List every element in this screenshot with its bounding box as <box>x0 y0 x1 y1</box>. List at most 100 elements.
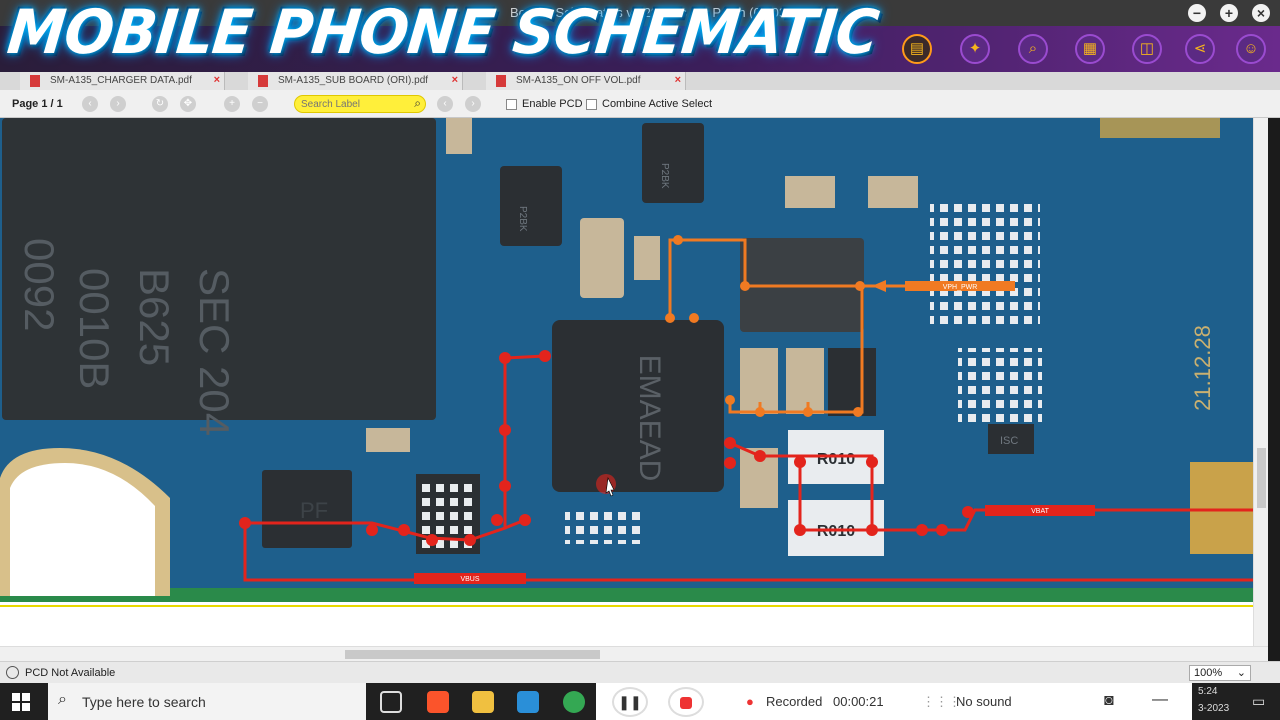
search-label-field[interactable]: ⌕ <box>294 95 426 113</box>
stop-icon <box>680 697 692 710</box>
minimize-button[interactable]: − <box>1188 4 1206 22</box>
stop-button[interactable] <box>668 687 704 717</box>
zoom-out-icon[interactable]: − <box>252 96 268 112</box>
resistor-label: R010 <box>817 451 855 468</box>
pcd-status-icon <box>6 666 19 679</box>
vph-pwr-net-label: VPH_PWR <box>943 284 978 291</box>
pcd-status-text: PCD Not Available <box>25 667 116 679</box>
vbat-net-label: VBAT <box>1031 508 1049 515</box>
board-viewport[interactable]: SEC 204 B625 0010B 0092 EMAEAD P2BK P2BK <box>0 118 1268 646</box>
screenshot-icon[interactable]: ◫ <box>1132 34 1162 64</box>
magic-wand-icon[interactable]: ✦ <box>960 34 990 64</box>
pf-chip-label: PF <box>300 498 328 523</box>
tab-on-off-vol[interactable]: SM-A135_ON OFF VOL.pdf × <box>486 72 686 90</box>
windows-start-icon[interactable] <box>12 693 30 711</box>
recorder-time: 00:00:21 <box>833 694 884 709</box>
capacitor <box>786 348 824 414</box>
ic-component <box>828 348 876 416</box>
small-chip-marking: P2BK <box>517 206 528 232</box>
close-tab-icon[interactable]: × <box>452 74 458 86</box>
maximize-button[interactable]: + <box>1220 4 1238 22</box>
tab-label: SM-A135_SUB BOARD (ORI).pdf <box>278 75 429 86</box>
calendar-icon[interactable]: ▦ <box>1075 34 1105 64</box>
checkbox-label: Enable PCD <box>522 98 583 110</box>
small-chip <box>642 123 704 203</box>
checkbox-box[interactable] <box>586 98 597 110</box>
chip-mark-line: 0010B <box>71 268 118 389</box>
next-page-icon[interactable]: › <box>110 96 126 112</box>
prev-page-icon[interactable]: ‹ <box>82 96 98 112</box>
minimize-recorder-icon[interactable]: — <box>1152 691 1168 709</box>
taskbar-search-placeholder: Type here to search <box>82 694 206 710</box>
gold-connector <box>1190 462 1253 554</box>
chip-mark-line: SEC 204 <box>191 268 238 436</box>
tab-sub-board[interactable]: SM-A135_SUB BOARD (ORI).pdf × <box>248 72 463 90</box>
tab-label: SM-A135_CHARGER DATA.pdf <box>50 75 192 86</box>
checkbox-box[interactable] <box>506 98 517 110</box>
clock-time: 5:24 <box>1198 686 1218 697</box>
chevron-down-icon: ⌄ <box>1236 667 1246 679</box>
pad-cluster <box>565 510 645 544</box>
chip-mark-line: 0092 <box>16 238 63 331</box>
capacitor <box>366 428 410 452</box>
screen: Borneo Schematics v1.28 Map 8th Patch (0… <box>0 0 1280 720</box>
search-prev-icon[interactable]: ‹ <box>437 96 453 112</box>
screen-recorder-bar: ❚❚ ● Recorded 00:00:21 ⋮⋮⋮ No sound ◙ — <box>596 683 1192 720</box>
pad-cluster <box>958 348 1042 428</box>
capacitor <box>446 118 472 154</box>
record-icon: ● <box>746 694 754 709</box>
pause-button[interactable]: ❚❚ <box>612 687 648 717</box>
capacitor <box>634 236 660 280</box>
isc-label: ISC <box>1000 435 1018 447</box>
capacitor <box>580 218 624 298</box>
search-label-input[interactable] <box>301 96 401 112</box>
zoom-select[interactable]: 100% ⌄ <box>1189 665 1251 681</box>
checkbox-label: Combine Active Select <box>602 98 713 110</box>
close-tab-icon[interactable]: × <box>214 74 220 86</box>
close-button[interactable]: × <box>1252 4 1270 22</box>
taskbar-search[interactable]: ⌕ Type here to search <box>48 683 366 720</box>
notification-icon[interactable]: ▭ <box>1252 693 1265 710</box>
share-icon[interactable]: ⋖ <box>1185 34 1215 64</box>
status-bar: PCD Not Available 100% ⌄ <box>0 661 1280 683</box>
enable-pcd-checkbox[interactable]: Enable PCD <box>506 98 583 110</box>
book-icon[interactable]: ▤ <box>902 34 932 64</box>
pdf-icon <box>496 75 506 87</box>
task-view-icon[interactable] <box>380 691 402 713</box>
combine-active-select-checkbox[interactable]: Combine Active Select <box>586 98 712 110</box>
zoom-icon[interactable]: ⌕ <box>1018 34 1048 64</box>
camera-icon[interactable]: ◙ <box>1104 692 1114 710</box>
chip-mark-line: B625 <box>131 268 178 366</box>
gold-pad <box>1100 118 1220 138</box>
borneo-app-icon[interactable] <box>517 691 539 713</box>
search-next-icon[interactable]: › <box>465 96 481 112</box>
system-tray: 5:24 3-2023 ▭ <box>1192 683 1280 720</box>
search-icon[interactable]: ⌕ <box>414 96 421 111</box>
pan-icon[interactable]: ✥ <box>180 96 196 112</box>
recorder-status: Recorded <box>766 694 823 709</box>
capacitor <box>785 176 835 208</box>
pdf-icon <box>258 75 268 87</box>
zoom-in-icon[interactable]: + <box>224 96 240 112</box>
scroll-thumb[interactable] <box>345 650 600 659</box>
file-explorer-icon[interactable] <box>472 691 494 713</box>
brave-browser-icon[interactable] <box>427 691 449 713</box>
zoom-value: 100% <box>1194 667 1223 679</box>
board-date-print: 21.12.28 <box>1190 325 1215 411</box>
document-tabs: SM-A135_CHARGER DATA.pdf × SM-A135_SUB B… <box>0 72 1280 90</box>
rotate-icon[interactable]: ↻ <box>152 96 168 112</box>
viewer-toolbar: Page 1 / 1 ‹ › ↻ ✥ + − ⌕ ‹ › Enable PCD … <box>0 90 1280 118</box>
page-indicator: Page 1 / 1 <box>12 98 63 110</box>
horizontal-scrollbar[interactable] <box>0 646 1268 661</box>
tab-charger-data[interactable]: SM-A135_CHARGER DATA.pdf × <box>20 72 225 90</box>
clock-date: 3-2023 <box>1198 703 1230 714</box>
user-icon[interactable]: ☺ <box>1236 34 1266 64</box>
capacitor <box>868 176 918 208</box>
vertical-scrollbar[interactable] <box>1253 118 1268 646</box>
chrome-icon[interactable] <box>563 691 585 713</box>
small-chip <box>500 166 562 246</box>
scroll-thumb[interactable] <box>1257 448 1266 508</box>
pcb-board[interactable]: SEC 204 B625 0010B 0092 EMAEAD P2BK P2BK <box>0 118 1253 646</box>
close-tab-icon[interactable]: × <box>675 74 681 86</box>
small-chip-marking: P2BK <box>659 163 670 189</box>
